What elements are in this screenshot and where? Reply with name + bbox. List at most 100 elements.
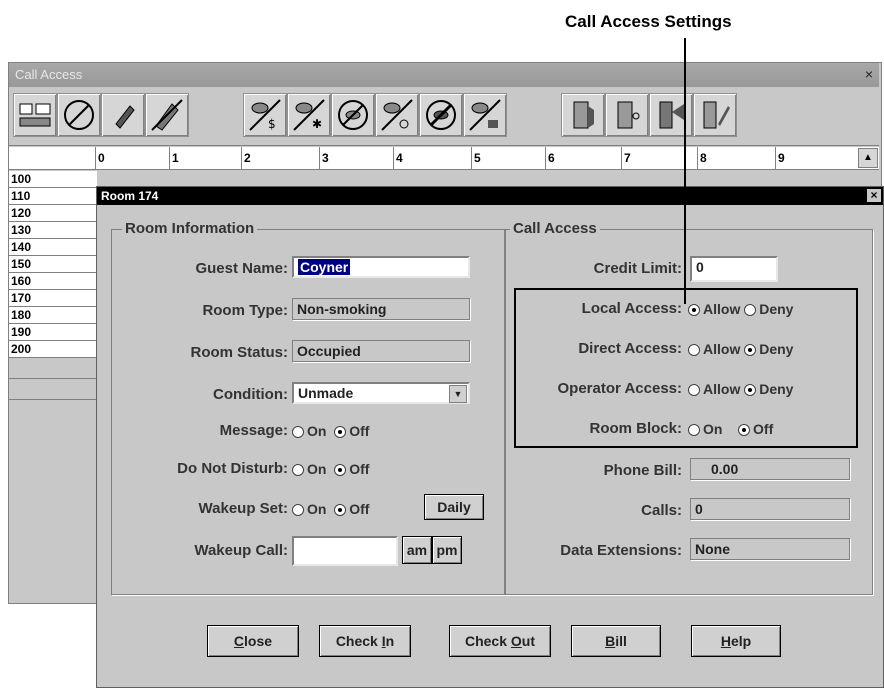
message-on-radio[interactable]: On bbox=[292, 423, 326, 439]
credit-limit-input[interactable]: 0 bbox=[690, 256, 778, 282]
radio-icon bbox=[292, 464, 304, 477]
radio-label: Deny bbox=[759, 301, 794, 317]
radio-label: Allow bbox=[703, 381, 741, 397]
room-row[interactable]: 170 bbox=[9, 290, 97, 307]
room-row-empty bbox=[9, 379, 97, 400]
radio-label: On bbox=[703, 421, 723, 437]
daily-button[interactable]: Daily bbox=[424, 494, 484, 520]
room-row[interactable]: 160 bbox=[9, 273, 97, 290]
window-title: Call Access bbox=[15, 67, 83, 82]
check-out-label-rest: ut bbox=[521, 633, 536, 649]
room-row[interactable]: 180 bbox=[9, 307, 97, 324]
phone-data-tool-icon[interactable] bbox=[463, 93, 507, 137]
operator-deny-radio[interactable]: Deny bbox=[744, 381, 793, 397]
wakeup-set-options: On Off bbox=[292, 501, 369, 517]
radio-icon bbox=[744, 304, 757, 317]
radio-label: Allow bbox=[703, 341, 741, 357]
room-row[interactable]: 140 bbox=[9, 239, 97, 256]
call-access-group: Call Access Credit Limit: 0 Local Access… bbox=[505, 220, 873, 595]
operator-allow-radio[interactable]: Allow bbox=[688, 381, 740, 397]
callout-title: Call Access Settings bbox=[565, 12, 732, 31]
pencil-tool-icon[interactable] bbox=[101, 93, 145, 137]
message-label: Message: bbox=[219, 422, 288, 439]
guest-name-field[interactable]: Coyner bbox=[292, 256, 470, 278]
ruler-cell: 9 bbox=[775, 147, 848, 169]
no-calls-tool-icon[interactable] bbox=[57, 93, 101, 137]
room-block-options: On Off bbox=[688, 421, 773, 437]
room-dialog: Room 174 × Room Information Guest Name: … bbox=[96, 186, 884, 688]
bill-button[interactable]: Bill bbox=[571, 625, 661, 657]
dialog-close-button[interactable]: × bbox=[867, 189, 881, 202]
room-row[interactable]: 200 bbox=[9, 341, 97, 358]
close-button[interactable]: Close bbox=[207, 625, 299, 657]
phone-local-tool-icon[interactable] bbox=[419, 93, 463, 137]
bill-label: ill bbox=[615, 633, 627, 649]
room-row[interactable]: 120 bbox=[9, 205, 97, 222]
am-button[interactable]: am bbox=[402, 536, 432, 564]
door-check-tool-icon[interactable] bbox=[693, 93, 737, 137]
radio-label: On bbox=[307, 501, 327, 517]
call-access-legend: Call Access bbox=[510, 220, 600, 237]
close-mnemonic: C bbox=[233, 633, 245, 649]
phone-bill-label: Phone Bill: bbox=[603, 462, 682, 479]
wakeup-off-radio[interactable]: Off bbox=[334, 501, 369, 517]
help-mnemonic: H bbox=[720, 633, 731, 649]
room-row[interactable]: 150 bbox=[9, 256, 97, 273]
room-row[interactable]: 100 bbox=[9, 171, 97, 188]
dnd-off-radio[interactable]: Off bbox=[334, 461, 369, 477]
dnd-on-radio[interactable]: On bbox=[292, 461, 326, 477]
guest-name-label: Guest Name: bbox=[195, 260, 288, 277]
radio-label: Deny bbox=[759, 341, 794, 357]
room-row[interactable]: 110 bbox=[9, 188, 97, 205]
check-out-button[interactable]: Check Out bbox=[449, 625, 551, 657]
direct-access-options: Allow Deny bbox=[688, 341, 793, 357]
wakeup-call-input[interactable] bbox=[292, 536, 398, 566]
phone-money-tool-icon[interactable]: $ bbox=[243, 93, 287, 137]
door-key-tool-icon[interactable] bbox=[605, 93, 649, 137]
radio-icon bbox=[744, 384, 757, 397]
radio-label: On bbox=[307, 461, 327, 477]
condition-value: Unmade bbox=[298, 385, 354, 401]
local-access-label: Local Access: bbox=[581, 300, 682, 317]
wakeup-set-label: Wakeup Set: bbox=[198, 500, 288, 517]
door-out-tool-icon[interactable] bbox=[649, 93, 693, 137]
direct-deny-radio[interactable]: Deny bbox=[744, 341, 793, 357]
close-label: lose bbox=[244, 633, 273, 649]
radio-label: Off bbox=[349, 423, 370, 439]
room-type-label: Room Type: bbox=[202, 302, 288, 319]
room-row[interactable]: 130 bbox=[9, 222, 97, 239]
phone-star-tool-icon[interactable]: ✱ bbox=[287, 93, 331, 137]
room-information-legend: Room Information bbox=[122, 220, 258, 237]
message-off-radio[interactable]: Off bbox=[334, 423, 369, 439]
scroll-up-button[interactable]: ▲ bbox=[858, 148, 878, 168]
room-block-on-radio[interactable]: On bbox=[688, 421, 722, 437]
radio-label: Allow bbox=[703, 301, 741, 317]
local-deny-radio[interactable]: Deny bbox=[744, 301, 793, 317]
radio-icon bbox=[738, 424, 751, 437]
ruler-cell: 0 bbox=[95, 147, 170, 169]
help-button[interactable]: Help bbox=[691, 625, 781, 657]
door-in-tool-icon[interactable] bbox=[561, 93, 605, 137]
condition-select[interactable]: Unmade ▼ bbox=[292, 382, 470, 404]
radio-icon bbox=[688, 344, 700, 357]
phone-block-tool-icon[interactable] bbox=[331, 93, 375, 137]
wakeup-on-radio[interactable]: On bbox=[292, 501, 326, 517]
window-close-button[interactable]: × bbox=[861, 66, 877, 82]
bill-mnemonic: B bbox=[605, 633, 616, 649]
door-tool-icon[interactable] bbox=[145, 93, 189, 137]
room-grid-tool-icon[interactable] bbox=[13, 93, 57, 137]
local-allow-radio[interactable]: Allow bbox=[688, 301, 740, 317]
pm-button[interactable]: pm bbox=[432, 536, 462, 564]
room-status-label: Room Status: bbox=[190, 344, 289, 361]
radio-icon bbox=[292, 426, 304, 439]
check-in-button[interactable]: Check In bbox=[319, 625, 411, 657]
phone-bill-value: 0.00 bbox=[690, 458, 850, 480]
operator-access-label: Operator Access: bbox=[557, 380, 683, 397]
direct-allow-radio[interactable]: Allow bbox=[688, 341, 740, 357]
chevron-down-icon[interactable]: ▼ bbox=[449, 385, 467, 403]
room-block-off-radio[interactable]: Off bbox=[738, 421, 773, 437]
data-extensions-label: Data Extensions: bbox=[560, 542, 682, 559]
room-row[interactable]: 190 bbox=[9, 324, 97, 341]
data-extensions-value: None bbox=[690, 538, 850, 560]
phone-operator-tool-icon[interactable] bbox=[375, 93, 419, 137]
